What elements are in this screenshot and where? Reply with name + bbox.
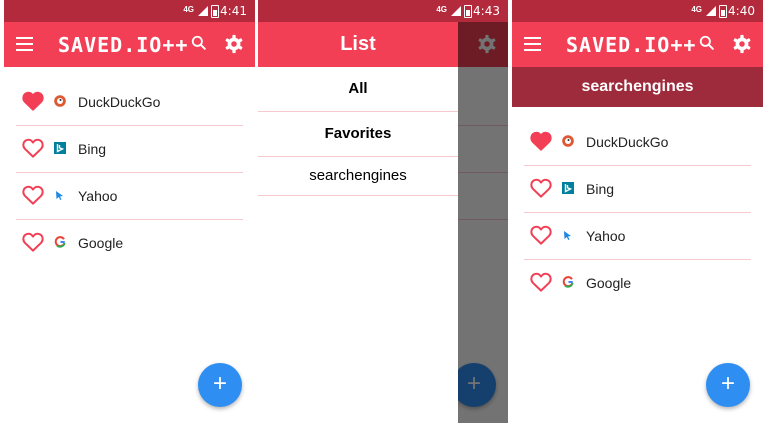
item-name: Google bbox=[78, 235, 124, 251]
heart-outline-icon[interactable] bbox=[530, 178, 552, 198]
bing-icon bbox=[562, 182, 574, 194]
heart-outline-icon[interactable] bbox=[22, 138, 44, 158]
app-title: SAVED.IO++ bbox=[58, 33, 189, 57]
item-name: Bing bbox=[586, 181, 615, 197]
item-name: Bing bbox=[78, 141, 107, 157]
status-bar: 4G 4:43 bbox=[258, 0, 508, 22]
navigation-drawer: List All Favorites searchengines bbox=[258, 22, 458, 423]
battery-icon bbox=[464, 5, 472, 18]
search-icon[interactable] bbox=[697, 33, 717, 53]
bing-icon bbox=[54, 142, 66, 154]
screen-category-list: 4G 4:40 SAVED.IO++ searchengines DuckDuc… bbox=[512, 0, 763, 423]
search-icon[interactable] bbox=[189, 33, 209, 53]
list-item[interactable]: DuckDuckGo bbox=[524, 119, 751, 166]
list-item[interactable]: DuckDuckGo bbox=[16, 79, 243, 126]
drawer-item-all[interactable]: All bbox=[258, 67, 458, 112]
drawer-item-favorites[interactable]: Favorites bbox=[258, 112, 458, 157]
app-title: SAVED.IO++ bbox=[566, 33, 697, 57]
google-icon bbox=[54, 236, 66, 248]
duckduckgo-icon bbox=[54, 95, 66, 107]
add-button[interactable]: + bbox=[198, 363, 242, 407]
drawer-title: List bbox=[258, 22, 458, 67]
drawer-item-searchengines[interactable]: searchengines bbox=[258, 157, 458, 196]
app-bar: SAVED.IO++ bbox=[512, 22, 763, 67]
screen-all-list: 4G 4:41 SAVED.IO++ DuckDuckGo Bing Yahoo… bbox=[4, 0, 255, 423]
menu-icon[interactable] bbox=[16, 37, 33, 52]
yahoo-icon bbox=[564, 231, 571, 240]
signal-icon bbox=[706, 6, 716, 16]
status-bar: 4G 4:41 bbox=[4, 0, 255, 22]
add-button[interactable]: + bbox=[706, 363, 750, 407]
status-bar: 4G 4:40 bbox=[512, 0, 763, 22]
gear-icon[interactable] bbox=[223, 33, 245, 55]
heart-outline-icon[interactable] bbox=[530, 272, 552, 292]
item-name: Google bbox=[586, 275, 632, 291]
heart-filled-icon[interactable] bbox=[22, 91, 44, 111]
network-type: 4G bbox=[183, 5, 194, 14]
item-name: DuckDuckGo bbox=[586, 134, 669, 150]
heart-outline-icon[interactable] bbox=[530, 225, 552, 245]
signal-icon bbox=[451, 6, 461, 16]
battery-icon bbox=[719, 5, 727, 18]
network-type: 4G bbox=[691, 5, 702, 14]
network-type: 4G bbox=[436, 5, 447, 14]
status-time: 4:40 bbox=[728, 4, 755, 18]
list-item[interactable]: Yahoo bbox=[16, 173, 243, 220]
yahoo-icon bbox=[56, 191, 63, 200]
list-item[interactable]: Google bbox=[16, 220, 243, 266]
signal-icon bbox=[198, 6, 208, 16]
heart-filled-icon[interactable] bbox=[530, 131, 552, 151]
list-item[interactable]: Google bbox=[524, 260, 751, 306]
item-name: DuckDuckGo bbox=[78, 94, 161, 110]
status-time: 4:43 bbox=[473, 4, 500, 18]
screen-drawer: + 4G 4:43 List All Favorites searchengin… bbox=[258, 0, 508, 423]
list-item[interactable]: Yahoo bbox=[524, 213, 751, 260]
category-header: searchengines bbox=[512, 67, 763, 107]
bookmark-list: DuckDuckGo Bing Yahoo Google bbox=[524, 119, 751, 306]
item-name: Yahoo bbox=[78, 188, 118, 204]
heart-outline-icon[interactable] bbox=[22, 232, 44, 252]
app-bar: SAVED.IO++ bbox=[4, 22, 255, 67]
bookmark-list: DuckDuckGo Bing Yahoo Google bbox=[16, 79, 243, 266]
heart-outline-icon[interactable] bbox=[22, 185, 44, 205]
battery-icon bbox=[211, 5, 219, 18]
list-item[interactable]: Bing bbox=[16, 126, 243, 173]
list-item[interactable]: Bing bbox=[524, 166, 751, 213]
duckduckgo-icon bbox=[562, 135, 574, 147]
google-icon bbox=[562, 276, 574, 288]
status-time: 4:41 bbox=[220, 4, 247, 18]
menu-icon[interactable] bbox=[524, 37, 541, 52]
item-name: Yahoo bbox=[586, 228, 626, 244]
gear-icon[interactable] bbox=[731, 33, 753, 55]
